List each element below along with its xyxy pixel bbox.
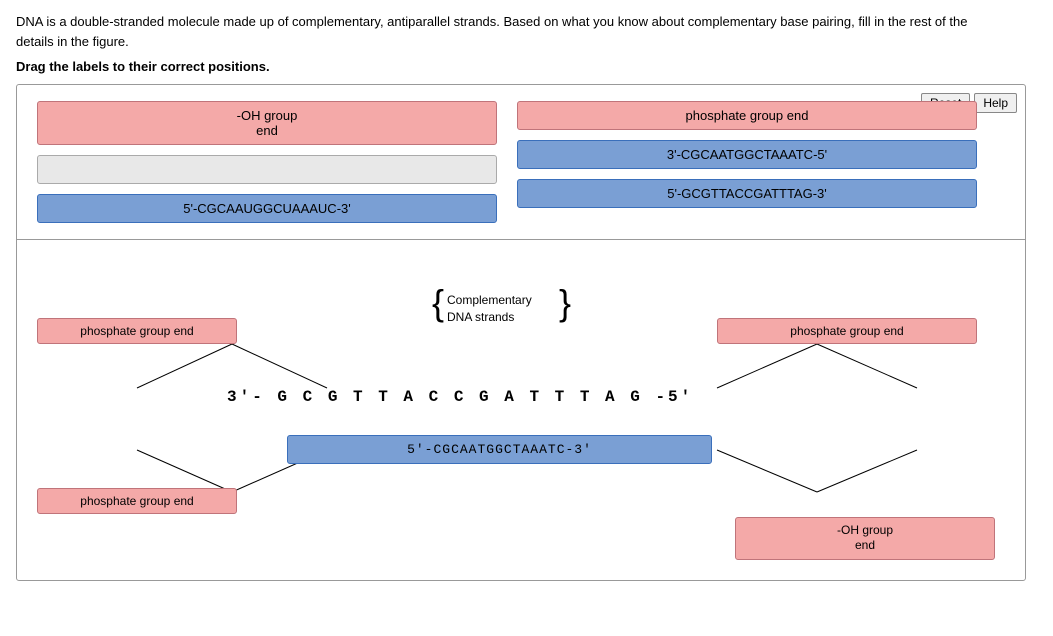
top-right-label3[interactable]: 5'-GCGTTACCGATTTAG-3' [517, 179, 977, 208]
top-left-column: -OH groupend 5'-CGCAAUGGCUAAAUC-3' [37, 101, 497, 223]
top-left-label2[interactable] [37, 155, 497, 184]
left-brace: { [432, 285, 444, 321]
strand1-text: 3'- G C G T T A C C G A T T T A G -5' [227, 388, 693, 406]
strand2-box[interactable]: 5'-CGCAATGGCTAAATC-3' [287, 435, 712, 464]
top-right-label2[interactable]: 3'-CGCAATGGCTAAATC-5' [517, 140, 977, 169]
top-right-column: phosphate group end 3'-CGCAATGGCTAAATC-5… [517, 101, 977, 208]
bottom-section: ComplementaryDNA strands { } phosphate g… [17, 240, 1025, 580]
bottom-bottom-left-label[interactable]: phosphate group end [37, 488, 237, 514]
top-left-label3[interactable]: 5'-CGCAAUGGCUAAAUC-3' [37, 194, 497, 223]
top-right-label1[interactable]: phosphate group end [517, 101, 977, 130]
complementary-label: ComplementaryDNA strands [447, 292, 557, 326]
main-box: Reset Help -OH groupend 5'-CGCAAUGGCUAAA… [16, 84, 1026, 581]
drag-instruction: Drag the labels to their correct positio… [16, 59, 1037, 74]
instructions-text: DNA is a double-stranded molecule made u… [16, 12, 996, 51]
top-section: -OH groupend 5'-CGCAAUGGCUAAAUC-3' phosp… [17, 85, 1025, 240]
bottom-top-left-label[interactable]: phosphate group end [37, 318, 237, 344]
bottom-bottom-right-label[interactable]: -OH groupend [735, 517, 995, 560]
bottom-top-right-label[interactable]: phosphate group end [717, 318, 977, 344]
right-brace: } [559, 285, 571, 321]
page-container: DNA is a double-stranded molecule made u… [0, 0, 1053, 593]
top-left-label1[interactable]: -OH groupend [37, 101, 497, 145]
